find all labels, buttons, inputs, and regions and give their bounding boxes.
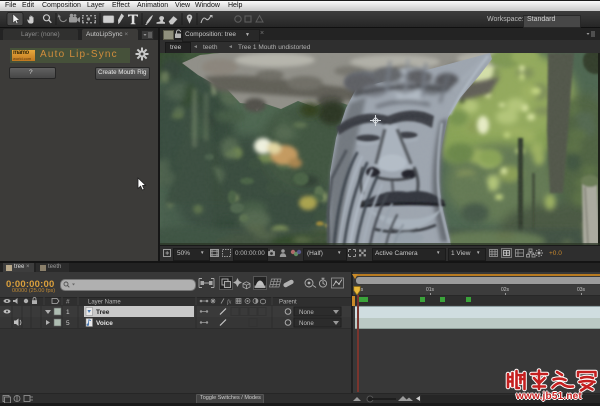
svg-text:None: None xyxy=(299,320,314,327)
svg-text:5: 5 xyxy=(66,320,70,327)
svg-text:Parent: Parent xyxy=(279,300,297,306)
svg-text:Layer Name: Layer Name xyxy=(88,300,121,306)
svg-text:Tree: Tree xyxy=(96,309,110,316)
svg-text:Voice: Voice xyxy=(96,320,113,327)
svg-text:#: # xyxy=(66,299,70,306)
svg-text:fx: fx xyxy=(227,299,232,306)
svg-text:1: 1 xyxy=(66,309,70,316)
svg-text:None: None xyxy=(299,309,314,316)
